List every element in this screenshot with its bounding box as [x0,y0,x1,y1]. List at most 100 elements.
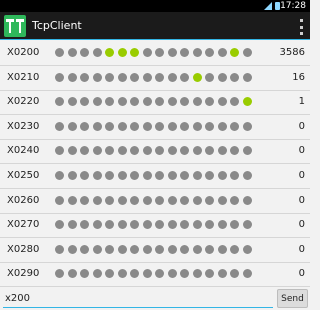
bit-off-indicator [205,171,214,180]
bit-off-indicator [242,220,252,230]
bit-off-indicator [105,244,114,254]
bit-off-indicator [130,195,139,205]
bit-off-indicator [55,97,64,107]
bit-off-indicator [55,146,64,156]
register-row: X0210 16 [0,66,310,91]
bit-off-indicator [130,244,139,254]
bit-off-indicator [55,121,64,131]
bit-off-indicator [180,97,189,107]
bit-off-indicator [92,121,102,131]
bit-off-indicator [217,244,227,254]
bit-off-indicator [180,146,189,156]
bit-off-indicator [105,171,114,180]
bit-off-indicator [142,146,152,156]
bit-off-indicator [67,97,77,107]
bit-off-indicator [167,146,177,156]
bit-off-indicator [230,121,239,131]
bit-off-indicator [130,171,139,180]
bit-off-indicator [180,195,189,205]
register-value: 0 [298,120,305,132]
bit-off-indicator [142,269,152,279]
bit-off-indicator [142,244,152,254]
bit-off-indicator [217,171,227,180]
bit-off-indicator [242,146,252,156]
tcp-client-app-icon[interactable] [4,15,26,37]
action-bar: TcpClient [0,12,310,40]
register-value: 3586 [279,47,305,58]
register-row: X0290 0 [0,262,310,288]
bit-off-indicator [205,97,214,107]
bit-off-indicator [67,195,77,205]
bit-off-indicator [230,171,239,180]
bit-off-indicator [67,121,77,131]
register-address: X0280 [7,243,40,255]
bit-off-indicator [242,72,252,82]
bit-off-indicator [105,220,114,230]
register-address: X0290 [7,268,40,280]
bit-off-indicator [67,220,77,230]
bit-off-indicator [130,97,139,107]
status-icons [264,2,280,10]
bit-off-indicator [105,146,114,156]
overflow-menu-icon[interactable] [298,19,304,35]
bit-off-indicator [67,269,77,279]
bit-off-indicator [242,171,252,180]
bit-off-indicator [130,269,139,279]
bit-off-indicator [230,269,239,279]
bit-off-indicator [142,97,152,107]
bit-off-indicator [167,244,177,254]
register-address: X0220 [7,96,40,108]
bit-off-indicator [155,244,164,254]
bit-off-indicator [105,97,114,107]
bit-off-indicator [142,171,152,180]
bit-off-indicator [105,195,114,205]
bit-off-indicator [167,195,177,205]
bit-on-indicator [230,48,239,57]
status-bar: 17:28 [0,0,310,12]
bit-off-indicator [80,72,89,82]
register-row: X0230 0 [0,115,310,140]
command-input[interactable] [3,290,273,308]
bit-off-indicator [117,97,127,107]
bit-off-indicator [242,244,252,254]
bit-off-indicator [92,146,102,156]
bit-off-indicator [217,97,227,107]
bit-off-indicator [117,244,127,254]
bit-off-indicator [80,244,89,254]
register-address: X0230 [7,120,40,132]
bit-off-indicator [80,269,89,279]
bit-off-indicator [55,269,64,279]
bit-off-indicator [155,171,164,180]
register-address: X0240 [7,145,40,157]
bit-off-indicator [205,269,214,279]
register-address: X0260 [7,194,40,206]
bit-off-indicator [192,195,202,205]
bit-off-indicator [242,269,252,279]
bit-off-indicator [117,195,127,205]
bit-off-indicator [67,48,77,57]
bit-off-indicator [80,48,89,57]
bit-off-indicator [205,244,214,254]
bit-off-indicator [205,121,214,131]
bit-off-indicator [167,97,177,107]
bit-off-indicator [92,269,102,279]
bit-off-indicator [80,97,89,107]
register-value: 0 [298,145,305,157]
bit-off-indicator [155,269,164,279]
bit-off-indicator [242,48,252,57]
register-value: 0 [298,268,305,280]
bit-off-indicator [205,146,214,156]
register-row: X0220 1 [0,90,310,116]
bit-off-indicator [142,121,152,131]
bit-off-indicator [142,220,152,230]
bit-off-indicator [80,121,89,131]
bit-off-indicator [205,195,214,205]
bit-off-indicator [180,269,189,279]
bit-off-indicator [205,72,214,82]
register-row: X0270 0 [0,213,310,239]
bit-off-indicator [67,171,77,180]
bit-off-indicator [55,171,64,180]
send-button[interactable]: Send [277,289,308,308]
bit-off-indicator [230,146,239,156]
bit-off-indicator [55,72,64,82]
